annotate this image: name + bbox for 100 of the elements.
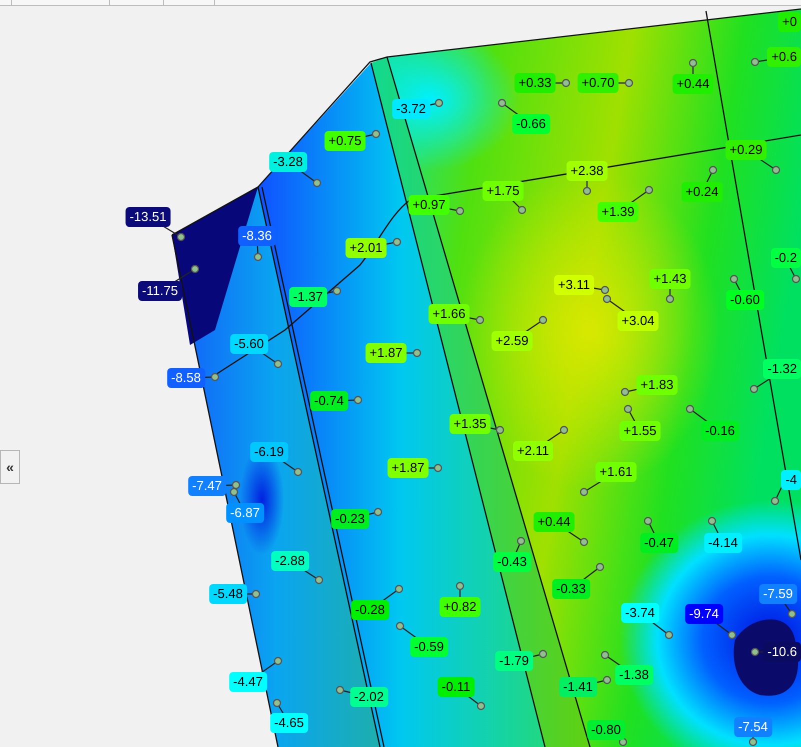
measure-point-icon [562,78,570,88]
measure-point-icon [496,426,504,434]
deviation-label: -0.28 [351,600,389,620]
measure-point-icon [434,464,442,472]
deviation-label: +1.75 [482,181,524,201]
measure-point-icon [644,186,654,194]
measure-point-icon [686,404,694,414]
deviation-label: -0.74 [310,391,348,411]
measure-point-icon [538,650,548,658]
deviation-label: -0.47 [640,533,678,553]
measure-point-icon [518,206,526,214]
measure-point-icon [210,372,220,382]
measure-point-icon [274,360,282,368]
deviation-label: -0.33 [552,579,590,599]
deviation-label: +1.43 [650,269,690,289]
deviation-label: -9.74 [685,604,723,624]
deviation-label: -3.72 [392,99,430,119]
measure-point-icon [730,274,738,284]
measure-point-icon [456,206,464,216]
measure-point-icon [336,686,344,694]
measure-point-icon [772,166,780,174]
measure-point-icon [750,58,760,66]
measure-point-icon [498,98,506,108]
deviation-label: -3.74 [621,603,659,623]
deviation-label: +2.11 [513,441,553,461]
measure-point-icon [252,590,260,598]
deviation-label: -10.6 [763,642,801,662]
measure-point-icon [560,426,568,434]
deviation-label: +1.66 [428,304,470,324]
deviation-label: +0.97 [408,195,450,215]
measure-point-icon [666,294,674,304]
deviation-label: +0 [778,12,801,32]
collapse-panel-button[interactable]: « [0,450,20,484]
deviation-label: -8.36 [238,226,276,246]
measure-point-icon [476,316,484,324]
measure-point-icon [602,294,612,304]
deviation-label: +1.87 [366,343,406,363]
measure-point-icon [354,396,362,404]
deviation-label: +1.35 [450,414,490,434]
deviation-label: -0.23 [331,509,369,529]
deviation-label: +1.83 [636,375,678,395]
measure-point-icon [538,316,548,324]
deviation-label: +0.44 [534,512,574,532]
measure-point-icon [456,582,464,590]
deviation-label: -11.75 [138,281,182,301]
measure-point-icon [230,488,238,496]
deviation-label: -0.59 [410,637,448,657]
deviation-label: +0.29 [726,140,766,160]
measure-point-icon [620,388,630,396]
deviation-label: -7.54 [734,717,772,737]
deviation-label: -0.16 [701,421,739,441]
measure-point-icon [644,516,652,526]
deviation-label: -5.48 [209,584,247,604]
measure-point-icon [750,648,760,656]
measure-point-icon [314,576,324,584]
deviation-label: +3.04 [618,311,658,331]
tab[interactable] [11,0,110,5]
deviation-label: +3.11 [554,275,594,295]
measure-point-icon [624,404,632,414]
deviation-label: -0.80 [587,720,625,740]
deviation-label: -7.59 [759,584,797,604]
deviation-label: -0.43 [493,552,531,572]
measure-point-icon [596,562,604,572]
deviation-label: +1.55 [620,421,660,441]
measure-point-icon [396,622,404,630]
measure-point-icon [600,650,610,660]
deviation-label: +2.38 [566,161,608,181]
measure-point-icon [294,468,302,476]
measure-point-icon [412,348,422,358]
measure-point-icon [274,656,282,666]
measure-point-icon [624,78,634,88]
measure-point-icon [374,508,382,516]
measure-point-icon [434,98,444,108]
measure-point-icon [190,264,200,274]
measure-point-icon [748,738,758,746]
deviation-label: -4.14 [704,533,742,553]
deviation-label: +1.39 [598,202,638,222]
deviation-label: -1.32 [763,359,801,379]
measure-point-icon [582,186,592,196]
measure-point-icon [580,488,588,496]
deviation-label: -4 [781,470,801,490]
measure-point-icon [792,274,800,284]
deviation-label: -3.28 [269,152,307,172]
measure-point-icon [770,496,780,506]
deviation-label: -4.47 [229,672,267,692]
tab[interactable] [163,0,215,5]
measure-point-icon [392,238,402,246]
measure-point-icon [664,630,674,640]
deviation-label: -2.02 [350,687,388,707]
measure-point-icon [600,286,610,294]
deviation-label: -0.11 [438,677,474,697]
deviation-label: +1.87 [388,458,428,478]
deviation-label: -0.60 [726,290,764,310]
deviation-label: -4.65 [270,713,308,733]
deviation-label: -7.47 [188,476,226,496]
measure-point-icon [580,538,588,546]
deviation-label: -1.41 [559,677,597,697]
measure-point-icon [788,610,796,618]
measure-point-icon [254,252,262,262]
deviation-label: -5.60 [230,334,268,354]
